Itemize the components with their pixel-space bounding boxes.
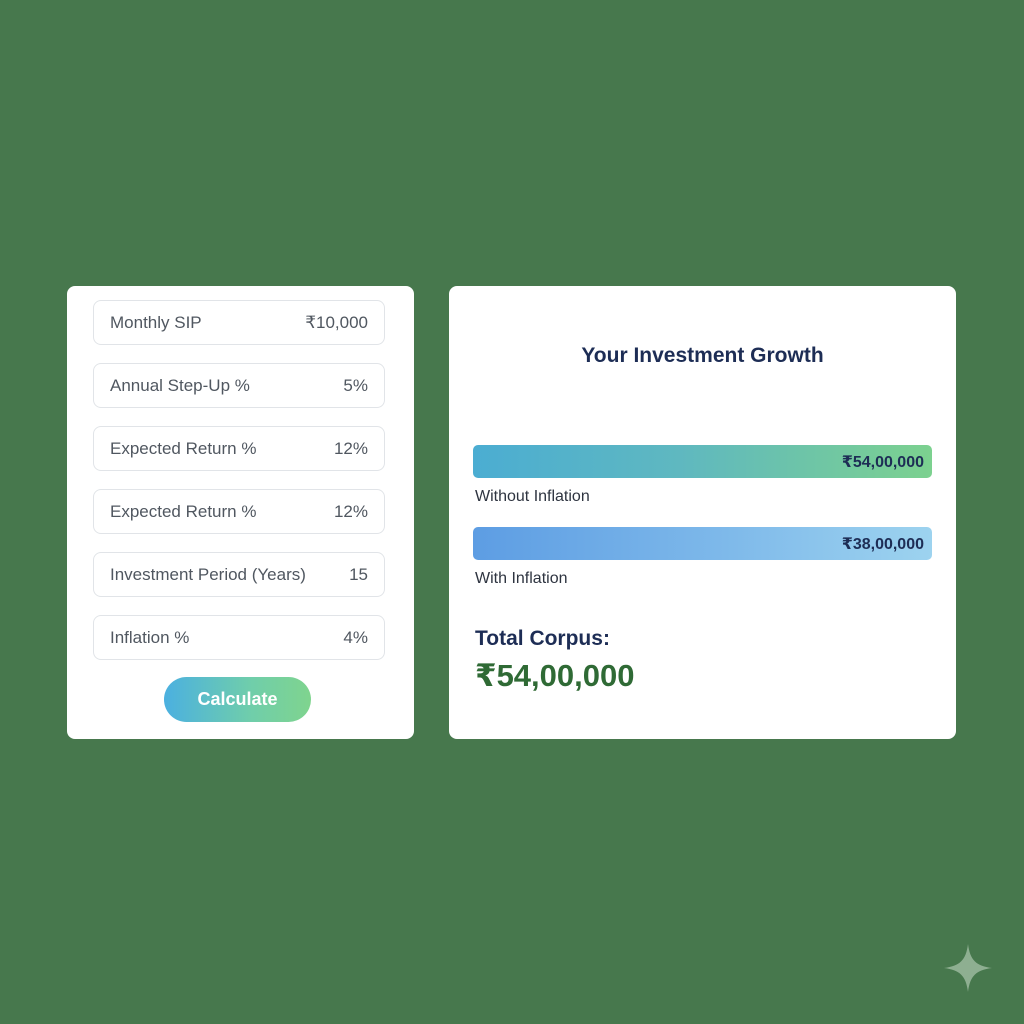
growth-title: Your Investment Growth bbox=[581, 344, 824, 367]
with-inflation-label: With Inflation bbox=[475, 570, 568, 587]
monthly-sip-value: ₹10,000 bbox=[305, 312, 368, 332]
inflation-label: Inflation % bbox=[110, 627, 190, 647]
investment-period-label: Investment Period (Years) bbox=[110, 564, 306, 584]
inflation-field[interactable]: Inflation % 4% bbox=[93, 615, 385, 660]
annual-step-up-field[interactable]: Annual Step-Up % 5% bbox=[93, 363, 385, 408]
investment-period-field[interactable]: Investment Period (Years) 15 bbox=[93, 552, 385, 597]
total-corpus-value: ₹54,00,000 bbox=[475, 658, 635, 693]
calculate-button[interactable]: Calculate bbox=[164, 677, 311, 722]
expected-return-field[interactable]: Expected Return % 12% bbox=[93, 426, 385, 471]
without-inflation-bar: ₹54,00,000 bbox=[473, 445, 932, 478]
expected-return-label: Expected Return % bbox=[110, 438, 257, 458]
without-inflation-label: Without Inflation bbox=[475, 488, 590, 505]
sip-input-panel: Monthly SIP ₹10,000 Annual Step-Up % 5% … bbox=[67, 286, 414, 739]
monthly-sip-label: Monthly SIP bbox=[110, 312, 202, 332]
investment-growth-panel: Your Investment Growth ₹54,00,000 Withou… bbox=[449, 286, 956, 739]
investment-period-value: 15 bbox=[349, 564, 368, 584]
monthly-sip-field[interactable]: Monthly SIP ₹10,000 bbox=[93, 300, 385, 345]
with-inflation-bar: ₹38,00,000 bbox=[473, 527, 932, 560]
total-corpus-label: Total Corpus: bbox=[475, 627, 610, 650]
annual-step-up-value: 5% bbox=[343, 375, 368, 395]
expected-return-field-2[interactable]: Expected Return % 12% bbox=[93, 489, 385, 534]
with-inflation-value: ₹38,00,000 bbox=[841, 535, 924, 553]
expected-return-label-2: Expected Return % bbox=[110, 501, 257, 521]
sparkle-icon bbox=[944, 944, 992, 992]
expected-return-value: 12% bbox=[333, 438, 368, 458]
expected-return-value-2: 12% bbox=[333, 501, 368, 521]
without-inflation-value: ₹54,00,000 bbox=[841, 453, 924, 471]
inflation-value: 4% bbox=[343, 627, 368, 647]
annual-step-up-label: Annual Step-Up % bbox=[110, 375, 250, 395]
